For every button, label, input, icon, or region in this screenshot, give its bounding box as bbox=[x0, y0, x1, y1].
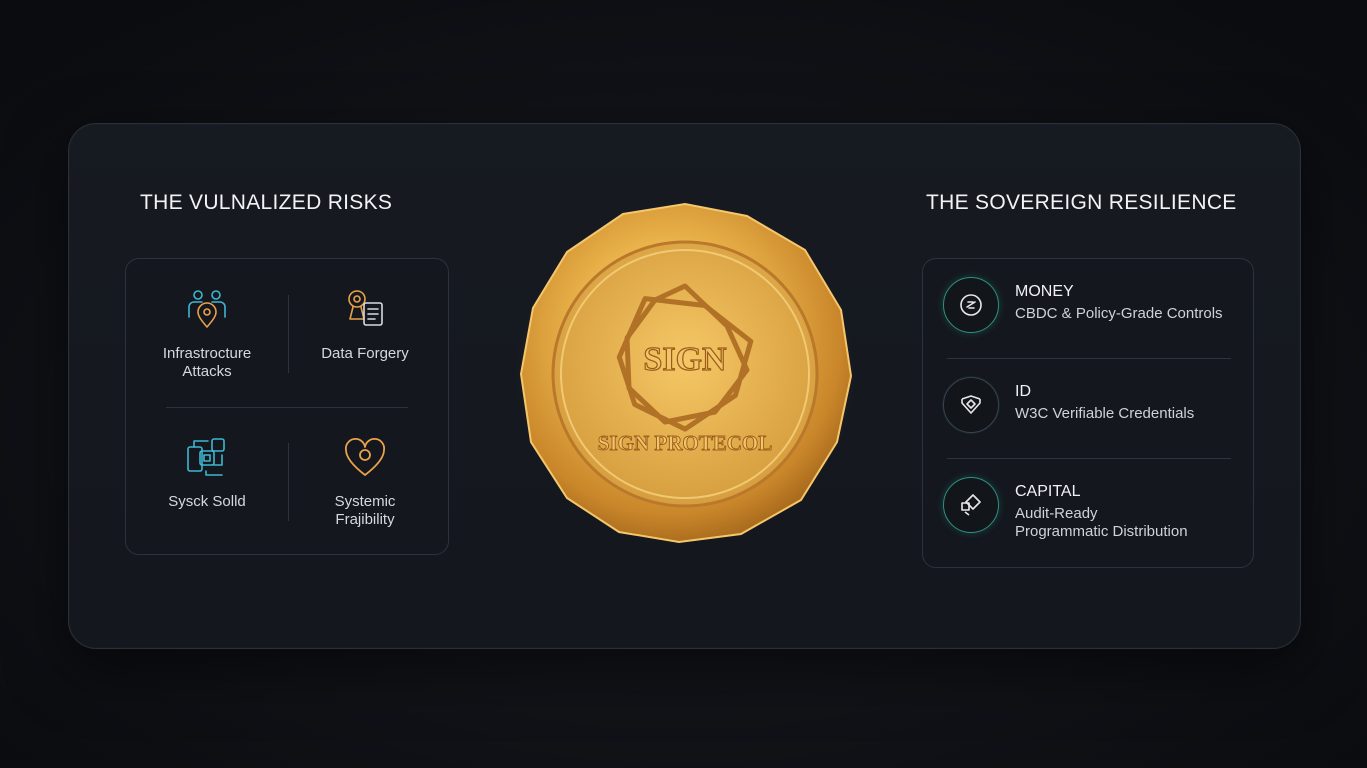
document-seal-icon bbox=[348, 290, 383, 326]
risks-card: Infrastrocture Attacks Data Forgery Sysc… bbox=[125, 258, 449, 555]
money-title: MONEY bbox=[1015, 283, 1074, 300]
money-coin-icon bbox=[943, 277, 999, 333]
divider bbox=[288, 295, 289, 373]
resilience-card: MONEY CBDC & Policy-Grade Controls ID W3… bbox=[922, 258, 1254, 568]
seal-text-top: SIGN bbox=[643, 341, 727, 378]
capital-desc: Audit-Ready Programmatic Distribution bbox=[1015, 505, 1188, 540]
risk-label-data-forgery: Data Forgery bbox=[321, 345, 409, 362]
capital-title: CAPITAL bbox=[1015, 483, 1081, 500]
divider bbox=[166, 407, 408, 408]
heart-shield-icon bbox=[345, 438, 385, 476]
id-title: ID bbox=[1015, 383, 1031, 400]
risk-label-systemic: Systemic Frajibility bbox=[334, 493, 396, 528]
capital-diamond-icon bbox=[943, 477, 999, 533]
id-shield-icon bbox=[943, 377, 999, 433]
risk-label-sysck: Sysck Solld bbox=[168, 493, 246, 510]
risk-item-data-forgery: Data Forgery bbox=[290, 287, 440, 363]
risk-item-sysck: Sysck Solld bbox=[132, 435, 282, 511]
sign-protocol-seal: SIGN SIGN PROTECOL bbox=[515, 198, 855, 548]
gold-seal-icon: SIGN SIGN PROTECOL bbox=[515, 202, 855, 544]
risks-heading: THE VULNALIZED RISKS bbox=[140, 191, 393, 214]
risk-item-infrastructure: Infrastrocture Attacks bbox=[132, 287, 282, 381]
divider bbox=[288, 443, 289, 521]
risk-label-infrastructure: Infrastrocture Attacks bbox=[162, 345, 252, 380]
id-desc: W3C Verifiable Credentials bbox=[1015, 405, 1195, 422]
people-location-icon bbox=[188, 290, 226, 328]
money-desc: CBDC & Policy-Grade Controls bbox=[1015, 305, 1223, 322]
circuit-chip-icon bbox=[187, 438, 225, 476]
divider bbox=[947, 458, 1231, 459]
resilience-heading: THE SOVEREIGN RESILIENCE bbox=[926, 191, 1237, 214]
divider bbox=[947, 358, 1231, 359]
seal-text-bottom: SIGN PROTECOL bbox=[598, 431, 772, 455]
risk-item-systemic: Systemic Frajibility bbox=[290, 435, 440, 529]
